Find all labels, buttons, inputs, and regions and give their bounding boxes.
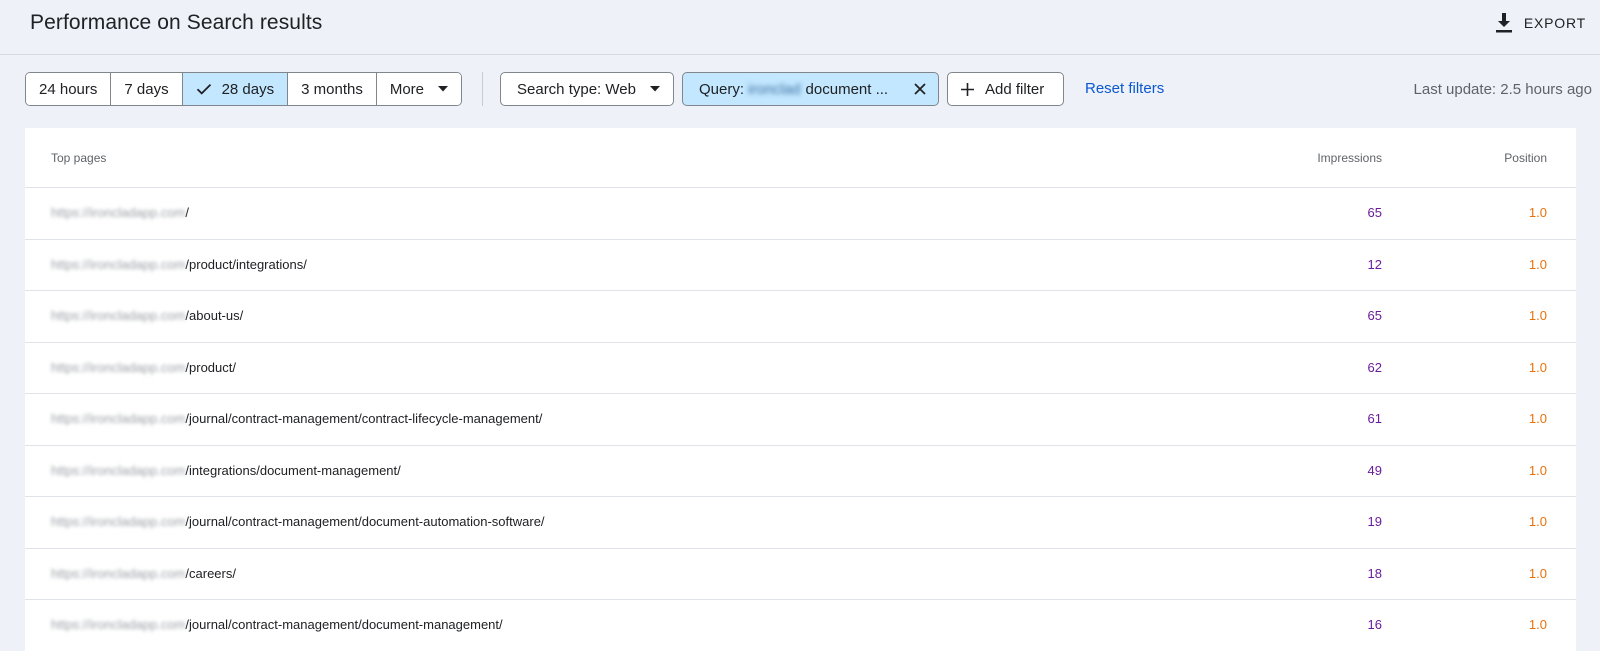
impressions-value: 18	[1367, 565, 1382, 581]
position-value: 1.0	[1528, 462, 1547, 478]
position-value: 1.0	[1528, 205, 1547, 220]
url-path: /careers/	[185, 565, 236, 581]
position-value: 1.0	[1528, 617, 1547, 632]
page-url: https://ironcladapp.com/	[51, 205, 189, 220]
url-host: https://ironcladapp.com	[51, 617, 186, 632]
table-row[interactable]: https://ironcladapp.com/journal/contract…	[25, 600, 1576, 651]
url-path: /journal/contract-management/contract-li…	[185, 411, 543, 426]
impressions-value: 12	[1367, 256, 1382, 272]
filter-divider	[482, 72, 483, 106]
table-row[interactable]: https://ironcladapp.com/journal/contract…	[25, 497, 1576, 549]
url-host: https://ironcladapp.com	[51, 256, 186, 272]
table-row[interactable]: https://ironcladapp.com/about-us/ 65 1.0	[25, 291, 1576, 343]
column-header-top-pages[interactable]: Top pages	[51, 151, 106, 165]
search-type-dropdown[interactable]: Search type: Web	[500, 72, 674, 106]
date-range-28-days[interactable]: 28 days	[182, 73, 289, 105]
url-path: /about-us/	[185, 308, 244, 323]
page-url: https://ironcladapp.com/journal/contract…	[51, 617, 503, 632]
table-row[interactable]: https://ironcladapp.com/ 65 1.0	[25, 188, 1576, 240]
page-title: Performance on Search results	[30, 11, 323, 34]
impressions-value: 19	[1367, 514, 1382, 529]
table-row[interactable]: https://ironcladapp.com/product/ 62 1.0	[25, 343, 1576, 394]
url-host: https://ironcladapp.com	[51, 359, 186, 375]
add-filter-button[interactable]: Add filter	[947, 72, 1064, 106]
page-url: https://ironcladapp.com/about-us/	[51, 308, 243, 323]
table-row[interactable]: https://ironcladapp.com/journal/contract…	[25, 394, 1576, 446]
date-range-more-dropdown[interactable]: More	[376, 73, 462, 105]
url-path: /integrations/document-management/	[185, 462, 401, 478]
impressions-value: 65	[1367, 205, 1382, 220]
position-value: 1.0	[1528, 411, 1547, 426]
url-path: /product/integrations/	[185, 256, 307, 272]
top-pages-table: Top pages Impressions Position https://i…	[25, 128, 1576, 651]
table-row[interactable]: https://ironcladapp.com/product/integrat…	[25, 240, 1576, 291]
url-path: /	[185, 205, 190, 220]
url-host: https://ironcladapp.com	[51, 308, 186, 323]
plus-icon	[960, 82, 975, 97]
page-url: https://ironcladapp.com/integrations/doc…	[51, 463, 401, 478]
date-range-selector: 24 hours 7 days 28 days 3 months More	[25, 72, 463, 106]
position-value: 1.0	[1528, 308, 1547, 323]
table-row[interactable]: https://ironcladapp.com/careers/ 18 1.0	[25, 549, 1576, 600]
filter-bar: 24 hours 7 days 28 days 3 months More Se…	[0, 56, 1600, 123]
url-host: https://ironcladapp.com	[51, 205, 186, 220]
export-button[interactable]: EXPORT	[1495, 10, 1586, 36]
table-row[interactable]: https://ironcladapp.com/integrations/doc…	[25, 446, 1576, 497]
impressions-value: 62	[1367, 359, 1382, 375]
page-header: Performance on Search results EXPORT	[0, 0, 1600, 55]
position-value: 1.0	[1528, 514, 1547, 529]
export-label: EXPORT	[1523, 15, 1586, 31]
impressions-value: 49	[1367, 462, 1382, 478]
table-header: Top pages Impressions Position	[25, 128, 1576, 188]
check-icon	[196, 83, 212, 95]
url-path: /product/	[185, 359, 236, 375]
impressions-value: 65	[1367, 308, 1382, 323]
caret-down-icon	[438, 86, 449, 92]
caret-down-icon	[649, 86, 660, 92]
close-icon[interactable]	[911, 80, 929, 98]
page-url: https://ironcladapp.com/journal/contract…	[51, 411, 542, 426]
page-url: https://ironcladapp.com/product/	[51, 360, 236, 375]
date-range-24-hours[interactable]: 24 hours	[26, 73, 112, 105]
url-host: https://ironcladapp.com	[51, 565, 186, 581]
reset-filters-link[interactable]: Reset filters	[1085, 80, 1164, 97]
url-path: /journal/contract-management/document-au…	[185, 514, 545, 529]
column-header-impressions[interactable]: Impressions	[1317, 151, 1382, 165]
url-host: https://ironcladapp.com	[51, 411, 186, 426]
position-value: 1.0	[1528, 565, 1547, 581]
url-host: https://ironcladapp.com	[51, 462, 186, 478]
date-range-3-months[interactable]: 3 months	[288, 73, 377, 105]
query-filter-chip[interactable]: Query: ironclad document ...	[682, 72, 939, 106]
url-path: /journal/contract-management/document-ma…	[185, 617, 503, 632]
column-header-position[interactable]: Position	[1504, 151, 1547, 165]
position-value: 1.0	[1528, 256, 1547, 272]
position-value: 1.0	[1528, 359, 1547, 375]
page-url: https://ironcladapp.com/careers/	[51, 566, 236, 581]
query-redacted-text: ironclad	[748, 80, 801, 98]
last-update-text: Last update: 2.5 hours ago	[1413, 81, 1592, 98]
page-url: https://ironcladapp.com/product/integrat…	[51, 257, 307, 272]
url-host: https://ironcladapp.com	[51, 514, 186, 529]
page-url: https://ironcladapp.com/journal/contract…	[51, 514, 545, 529]
date-range-7-days[interactable]: 7 days	[111, 73, 183, 105]
impressions-value: 61	[1367, 411, 1382, 426]
download-icon	[1495, 13, 1513, 33]
impressions-value: 16	[1367, 617, 1382, 632]
